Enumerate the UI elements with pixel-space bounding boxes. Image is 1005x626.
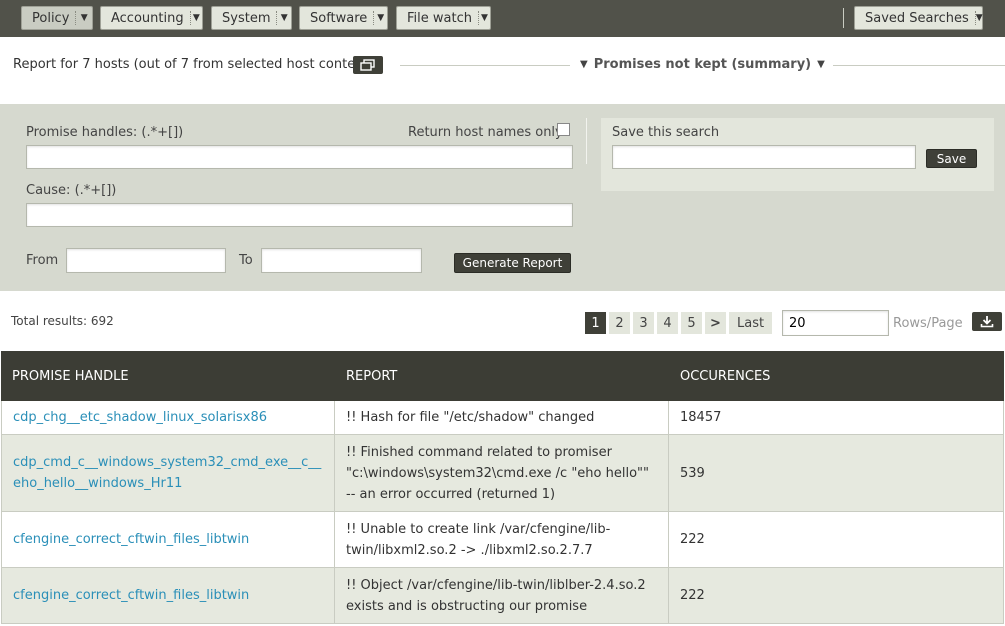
promise-handle-link[interactable]: cdp_cmd_c__windows_system32_cmd_exe__c__… xyxy=(13,452,323,494)
promise-handle-link[interactable]: cfengine_correct_cftwin_files_libtwin xyxy=(13,585,249,606)
nav-policy-label: Policy xyxy=(32,10,70,26)
table-row: cfengine_correct_cftwin_files_libtwin !!… xyxy=(1,568,1004,624)
chevron-down-icon[interactable]: ▼ xyxy=(976,13,983,23)
rows-per-page-label: Rows/Page xyxy=(893,316,963,331)
report-cell: !! Finished command related to promiser … xyxy=(335,435,669,511)
results-table: PROMISE HANDLE REPORT OCCURENCES cdp_chg… xyxy=(1,351,1004,624)
table-row: cdp_chg__etc_shadow_linux_solarisx86 !! … xyxy=(1,401,1004,435)
top-navigation: Policy ▼ Accounting ▼ System ▼ Software … xyxy=(0,0,1005,37)
report-type-label: Promises not kept (summary) xyxy=(593,57,812,72)
return-hostnames-checkbox[interactable] xyxy=(557,123,570,136)
caret-down-icon: ▼ xyxy=(580,59,588,70)
panel-divider xyxy=(586,118,587,164)
chevron-down-icon[interactable]: ▼ xyxy=(277,13,291,23)
popout-button[interactable] xyxy=(353,56,383,74)
saved-searches-label: Saved Searches xyxy=(865,10,969,26)
nav-software-menu[interactable]: Software ▼ xyxy=(299,6,388,30)
page-1-button[interactable]: 1 xyxy=(585,312,606,334)
promise-handle-link[interactable]: cfengine_correct_cftwin_files_libtwin xyxy=(13,529,249,550)
page-5-button[interactable]: 5 xyxy=(681,312,702,334)
header-promise-handle[interactable]: PROMISE HANDLE xyxy=(1,351,335,401)
table-row: cdp_cmd_c__windows_system32_cmd_exe__c__… xyxy=(1,435,1004,512)
header-report[interactable]: REPORT xyxy=(335,351,669,401)
page-3-button[interactable]: 3 xyxy=(633,312,654,334)
report-type-selector[interactable]: ▼ Promises not kept (summary) ▼ xyxy=(580,57,825,72)
table-row: cfengine_correct_cftwin_files_libtwin !!… xyxy=(1,512,1004,568)
nav-accounting-label: Accounting xyxy=(111,10,184,26)
page-4-button[interactable]: 4 xyxy=(657,312,678,334)
return-hostnames-label: Return host names only: xyxy=(408,125,567,140)
nav-software-label: Software xyxy=(310,10,368,26)
generate-report-button[interactable]: Generate Report xyxy=(454,253,571,273)
chevron-down-icon[interactable]: ▼ xyxy=(191,13,202,23)
page-2-button[interactable]: 2 xyxy=(609,312,630,334)
caret-down-icon: ▼ xyxy=(817,59,825,70)
cause-label: Cause: (.*+[]) xyxy=(26,183,117,198)
chevron-down-icon[interactable]: ▼ xyxy=(374,13,387,23)
nav-policy-menu[interactable]: Policy ▼ xyxy=(21,6,93,30)
download-button[interactable] xyxy=(972,312,1002,331)
last-page-button[interactable]: Last xyxy=(729,312,773,334)
nav-system-menu[interactable]: System ▼ xyxy=(211,6,292,30)
next-page-button[interactable]: > xyxy=(705,312,726,334)
chevron-down-icon[interactable]: ▼ xyxy=(479,13,490,23)
rows-per-page-input[interactable] xyxy=(782,310,889,336)
save-search-input[interactable] xyxy=(612,145,916,169)
save-search-label: Save this search xyxy=(612,125,720,140)
chevron-down-icon[interactable]: ▼ xyxy=(76,13,92,23)
to-date-input[interactable] xyxy=(261,248,422,273)
to-label: To xyxy=(239,253,253,268)
cause-input[interactable] xyxy=(26,203,573,227)
pagination: 1 2 3 4 5 > Last xyxy=(585,312,775,334)
promise-handles-input[interactable] xyxy=(26,145,573,169)
report-cell: !! Object /var/cfengine/lib-twin/liblber… xyxy=(335,568,669,623)
saved-searches-menu[interactable]: Saved Searches ▼ xyxy=(854,6,983,30)
occurences-cell: 222 xyxy=(669,512,1004,567)
promise-handles-label: Promise handles: (.*+[]) xyxy=(26,125,184,140)
occurences-cell: 539 xyxy=(669,435,1004,511)
nav-filewatch-label: File watch xyxy=(407,10,472,26)
divider-line xyxy=(400,65,570,66)
nav-accounting-menu[interactable]: Accounting ▼ xyxy=(100,6,203,30)
from-label: From xyxy=(26,253,59,268)
total-results: Total results: 692 xyxy=(11,314,114,328)
popout-icon xyxy=(360,59,375,71)
report-title: Report for 7 hosts (out of 7 from select… xyxy=(13,57,373,72)
occurences-cell: 18457 xyxy=(669,401,1004,434)
table-header: PROMISE HANDLE REPORT OCCURENCES xyxy=(1,351,1004,401)
from-date-input[interactable] xyxy=(66,248,226,273)
promise-handle-link[interactable]: cdp_chg__etc_shadow_linux_solarisx86 xyxy=(13,407,267,428)
occurences-cell: 222 xyxy=(669,568,1004,623)
download-icon xyxy=(980,316,994,328)
nav-system-label: System xyxy=(222,10,271,26)
save-button[interactable]: Save xyxy=(926,149,977,168)
report-cell: !! Unable to create link /var/cfengine/l… xyxy=(335,512,669,567)
report-cell: !! Hash for file "/etc/shadow" changed xyxy=(335,401,669,434)
nav-filewatch-menu[interactable]: File watch ▼ xyxy=(396,6,491,30)
divider-line xyxy=(833,65,1005,66)
header-occurences[interactable]: OCCURENCES xyxy=(669,351,1004,401)
nav-divider xyxy=(843,8,844,28)
